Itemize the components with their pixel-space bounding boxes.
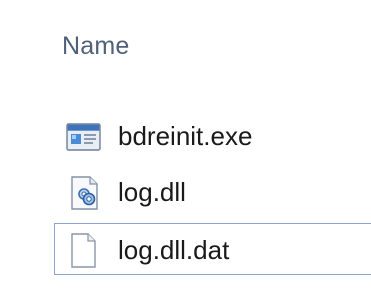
name-column-header[interactable]: Name (62, 26, 130, 66)
file-name: log.dll (118, 177, 186, 207)
name-column-header-label: Name (62, 32, 130, 60)
dll-settings-icon (65, 174, 103, 212)
file-name: log.dll.dat (118, 235, 230, 265)
file-list: Name bdreinit.exe log.dll log.dll.dat (0, 0, 371, 303)
file-row[interactable]: log.dll (54, 167, 371, 215)
file-name: bdreinit.exe (118, 121, 253, 151)
executable-icon (65, 118, 103, 156)
file-row[interactable]: bdreinit.exe (54, 111, 371, 159)
blank-document-icon (64, 232, 102, 270)
file-row-focused[interactable]: log.dll.dat (54, 223, 371, 275)
